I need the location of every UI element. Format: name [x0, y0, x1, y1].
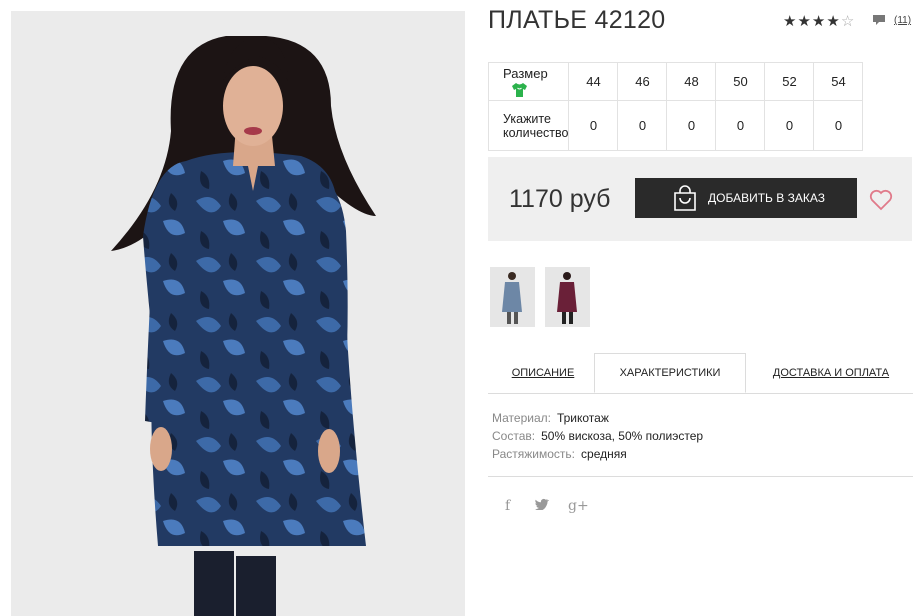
quantity-label-line: количество: [503, 125, 569, 140]
size-option[interactable]: 48: [666, 62, 717, 101]
product-title: ПЛАТЬЕ 42120: [488, 6, 666, 34]
size-option[interactable]: 46: [617, 62, 668, 101]
star-empty-icon: ☆: [840, 13, 856, 30]
rating-stars[interactable]: ★★★★☆: [783, 12, 855, 30]
quantity-input[interactable]: 0: [715, 100, 766, 151]
tab-description[interactable]: ОПИСАНИЕ: [488, 353, 598, 393]
size-option[interactable]: 54: [813, 62, 864, 101]
size-row-label: Размер: [487, 62, 570, 101]
quantity-input[interactable]: 0: [666, 100, 717, 151]
spec-value: 50% вискоза, 50% полиэстер: [541, 429, 704, 443]
divider: [488, 476, 913, 477]
product-main-photo[interactable]: [11, 11, 465, 616]
spec-row: Растяжимость: средняя: [492, 445, 703, 463]
quantity-label-line: Укажите: [503, 111, 551, 126]
characteristics-list: Материал: Трикотаж Состав: 50% вискоза, 50…: [492, 409, 703, 463]
spec-value: средняя: [581, 447, 627, 461]
tshirt-icon: [512, 83, 527, 98]
tab-delivery-payment[interactable]: ДОСТАВКА И ОПЛАТА: [750, 353, 912, 393]
quantity-input[interactable]: 0: [813, 100, 864, 151]
star-icon: ★: [783, 13, 798, 30]
spec-key: Растяжимость:: [492, 447, 576, 461]
thumbnail-burgundy-dress[interactable]: [545, 267, 590, 327]
spec-row: Состав: 50% вискоза, 50% полиэстер: [492, 427, 703, 445]
star-icon: ★: [797, 13, 812, 30]
buy-box: 1170 руб ДОБАВИТЬ В ЗАКАЗ: [488, 157, 912, 241]
heart-icon[interactable]: [868, 187, 894, 211]
star-icon: ★: [826, 13, 841, 30]
thumbnail-blue-dress[interactable]: [490, 267, 535, 327]
tab-characteristics[interactable]: ХАРАКТЕРИСТИКИ: [594, 353, 746, 393]
quantity-input[interactable]: 0: [617, 100, 668, 151]
price: 1170 руб: [509, 185, 611, 213]
star-icon: ★: [811, 13, 827, 30]
comment-icon[interactable]: [872, 14, 886, 26]
product-tabs: ОПИСАНИЕ ХАРАКТЕРИСТИКИ ДОСТАВКА И ОПЛАТ…: [488, 353, 913, 394]
facebook-icon[interactable]: f: [505, 498, 510, 514]
shopping-bag-icon: [674, 185, 696, 211]
size-option[interactable]: 44: [568, 62, 619, 101]
spec-key: Материал:: [492, 411, 551, 425]
twitter-icon[interactable]: [534, 498, 549, 514]
quantity-input[interactable]: 0: [568, 100, 619, 151]
size-quantity-table: Размер 44 46 48 50 52 54 Укажите количес…: [487, 62, 864, 151]
google-plus-icon[interactable]: g+: [568, 498, 589, 514]
size-label-text: Размер: [503, 65, 548, 81]
add-to-order-button[interactable]: ДОБАВИТЬ В ЗАКАЗ: [635, 178, 857, 218]
add-to-order-label: ДОБАВИТЬ В ЗАКАЗ: [708, 191, 825, 205]
spec-row: Материал: Трикотаж: [492, 409, 703, 427]
review-count-link[interactable]: (11): [894, 15, 911, 26]
quantity-input[interactable]: 0: [764, 100, 815, 151]
size-option[interactable]: 52: [764, 62, 815, 101]
spec-key: Состав:: [492, 429, 536, 443]
spec-value: Трикотаж: [556, 411, 609, 425]
quantity-row-label: Укажите количество: [487, 100, 570, 151]
size-option[interactable]: 50: [715, 62, 766, 101]
